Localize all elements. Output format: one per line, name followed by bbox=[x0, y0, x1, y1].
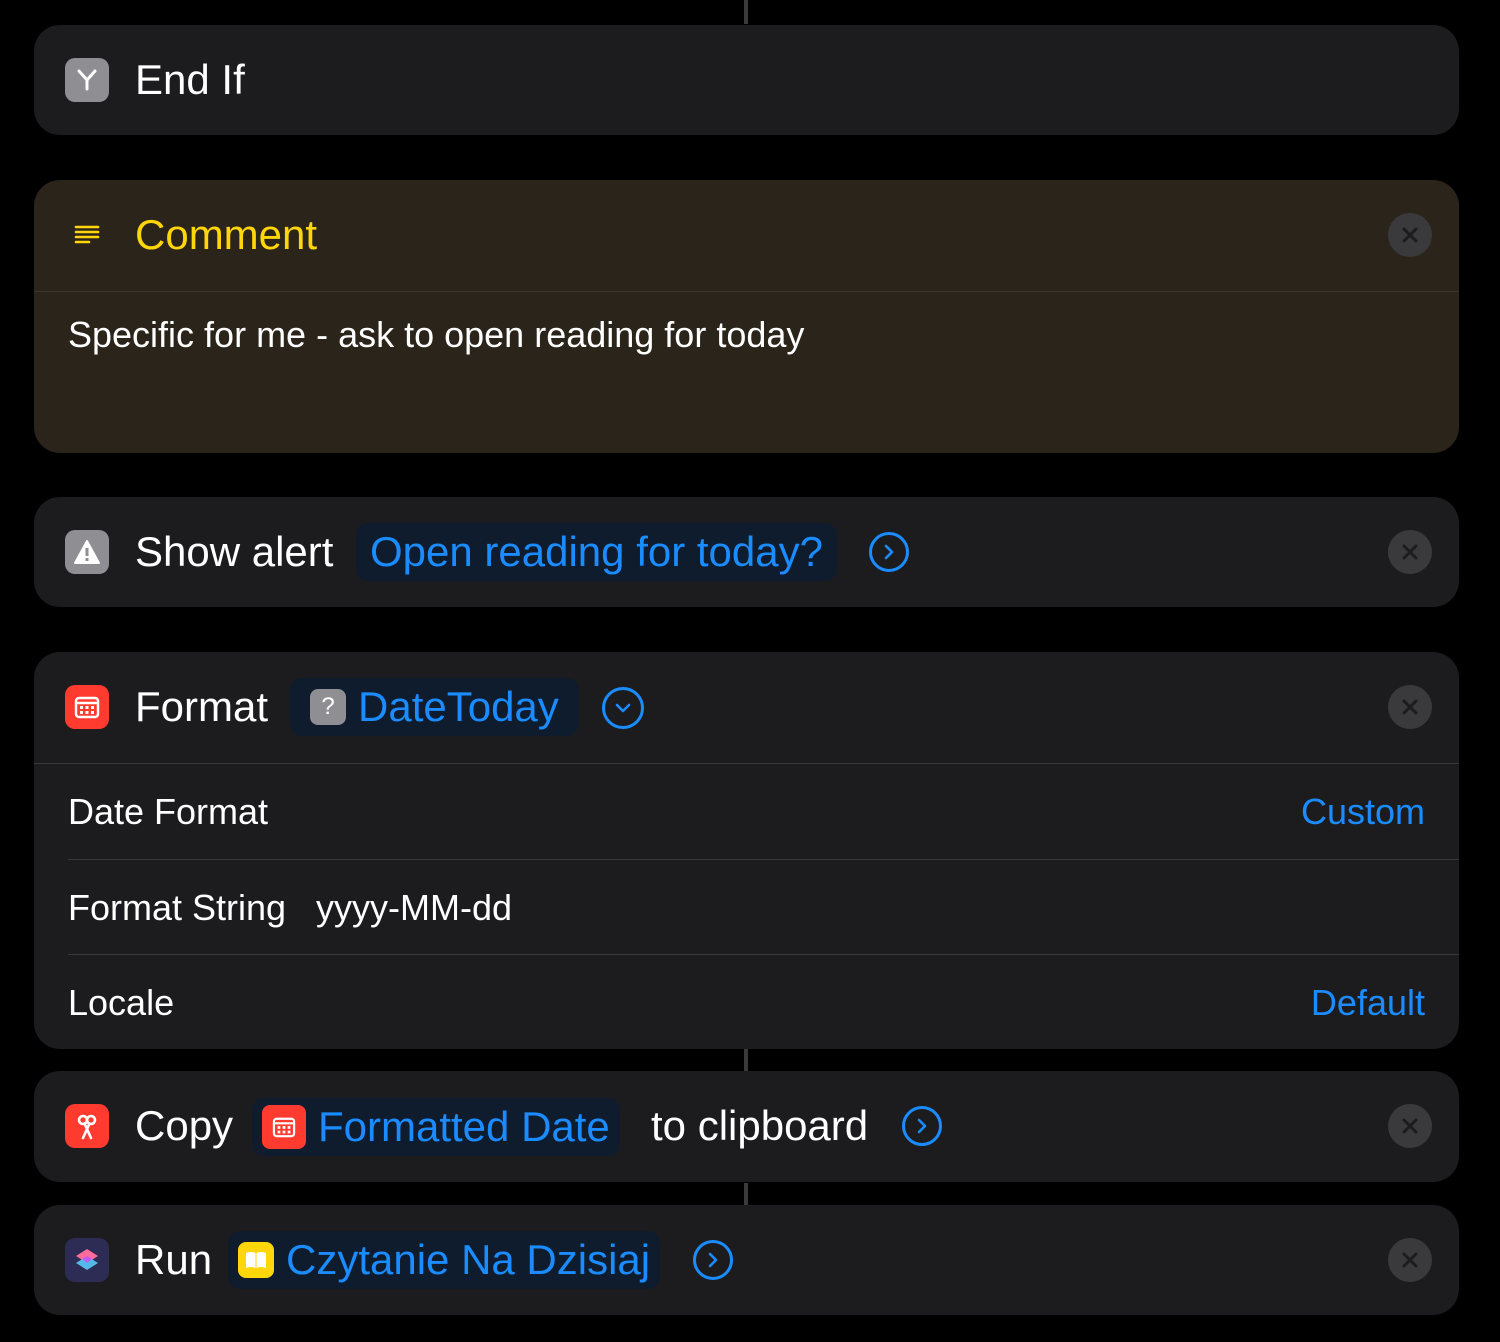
book-icon bbox=[238, 1242, 274, 1278]
formatted-date-token[interactable]: Formatted Date bbox=[252, 1098, 620, 1156]
alert-message-token[interactable]: Open reading for today? bbox=[356, 523, 837, 581]
comment-text[interactable]: Specific for me - ask to open reading fo… bbox=[68, 312, 804, 358]
formatted-date-text: Formatted Date bbox=[318, 1103, 610, 1150]
end-if-label: End If bbox=[135, 56, 245, 103]
show-alert-action[interactable]: Show alert Open reading for today? bbox=[34, 497, 1459, 607]
run-shortcut-action[interactable]: Run Czytanie Na Dzisiaj bbox=[34, 1205, 1459, 1315]
locale-row[interactable]: Locale Default bbox=[34, 955, 1459, 1050]
close-icon[interactable] bbox=[1388, 530, 1432, 574]
format-date-action[interactable]: Format ? DateToday Date Format Custom Fo… bbox=[34, 652, 1459, 1049]
calendar-icon bbox=[262, 1105, 306, 1149]
chevron-down-icon[interactable] bbox=[602, 687, 644, 729]
shortcut-text: Czytanie Na Dzisiaj bbox=[286, 1236, 651, 1283]
comment-action[interactable]: Comment Specific for me - ask to open re… bbox=[34, 180, 1459, 453]
chevron-right-icon[interactable] bbox=[902, 1106, 942, 1146]
locale-value[interactable]: Default bbox=[1311, 980, 1425, 1026]
end-if-action[interactable]: End If bbox=[34, 25, 1459, 135]
text-lines-icon bbox=[65, 213, 109, 257]
format-string-label: Format String bbox=[68, 887, 287, 928]
alert-icon bbox=[65, 530, 109, 574]
shortcut-token[interactable]: Czytanie Na Dzisiaj bbox=[228, 1231, 661, 1289]
chevron-right-icon[interactable] bbox=[693, 1240, 733, 1280]
calendar-icon bbox=[65, 685, 109, 729]
date-format-value[interactable]: Custom bbox=[1301, 789, 1425, 835]
close-icon[interactable] bbox=[1388, 1104, 1432, 1148]
run-label: Run bbox=[135, 1236, 213, 1283]
divider bbox=[34, 291, 1459, 292]
shortcuts-icon bbox=[65, 1238, 109, 1282]
flow-connector bbox=[744, 0, 748, 24]
alert-message-text: Open reading for today? bbox=[370, 528, 823, 575]
locale-label: Locale bbox=[68, 982, 175, 1023]
date-variable-text: DateToday bbox=[358, 683, 559, 730]
copy-label: Copy bbox=[135, 1102, 234, 1149]
date-variable-token[interactable]: ? DateToday bbox=[290, 678, 579, 736]
date-format-label: Date Format bbox=[68, 791, 269, 832]
comment-title: Comment bbox=[135, 211, 318, 258]
copy-suffix: to clipboard bbox=[651, 1102, 869, 1149]
copy-action[interactable]: Copy Formatted Date to clipboard bbox=[34, 1071, 1459, 1182]
flow-connector bbox=[744, 1049, 748, 1071]
flow-connector bbox=[744, 1183, 748, 1205]
format-string-row[interactable]: Format String yyyy-MM-dd bbox=[34, 860, 1459, 955]
show-alert-label: Show alert bbox=[135, 528, 334, 575]
branch-icon bbox=[65, 58, 109, 102]
close-icon[interactable] bbox=[1388, 1238, 1432, 1282]
close-icon[interactable] bbox=[1388, 213, 1432, 257]
chevron-right-icon[interactable] bbox=[869, 532, 909, 572]
close-icon[interactable] bbox=[1388, 685, 1432, 729]
question-icon: ? bbox=[310, 689, 346, 725]
format-string-field[interactable]: yyyy-MM-dd bbox=[316, 885, 512, 931]
date-format-row[interactable]: Date Format Custom bbox=[34, 764, 1459, 859]
format-label: Format bbox=[135, 683, 269, 730]
scissors-icon bbox=[65, 1104, 109, 1148]
